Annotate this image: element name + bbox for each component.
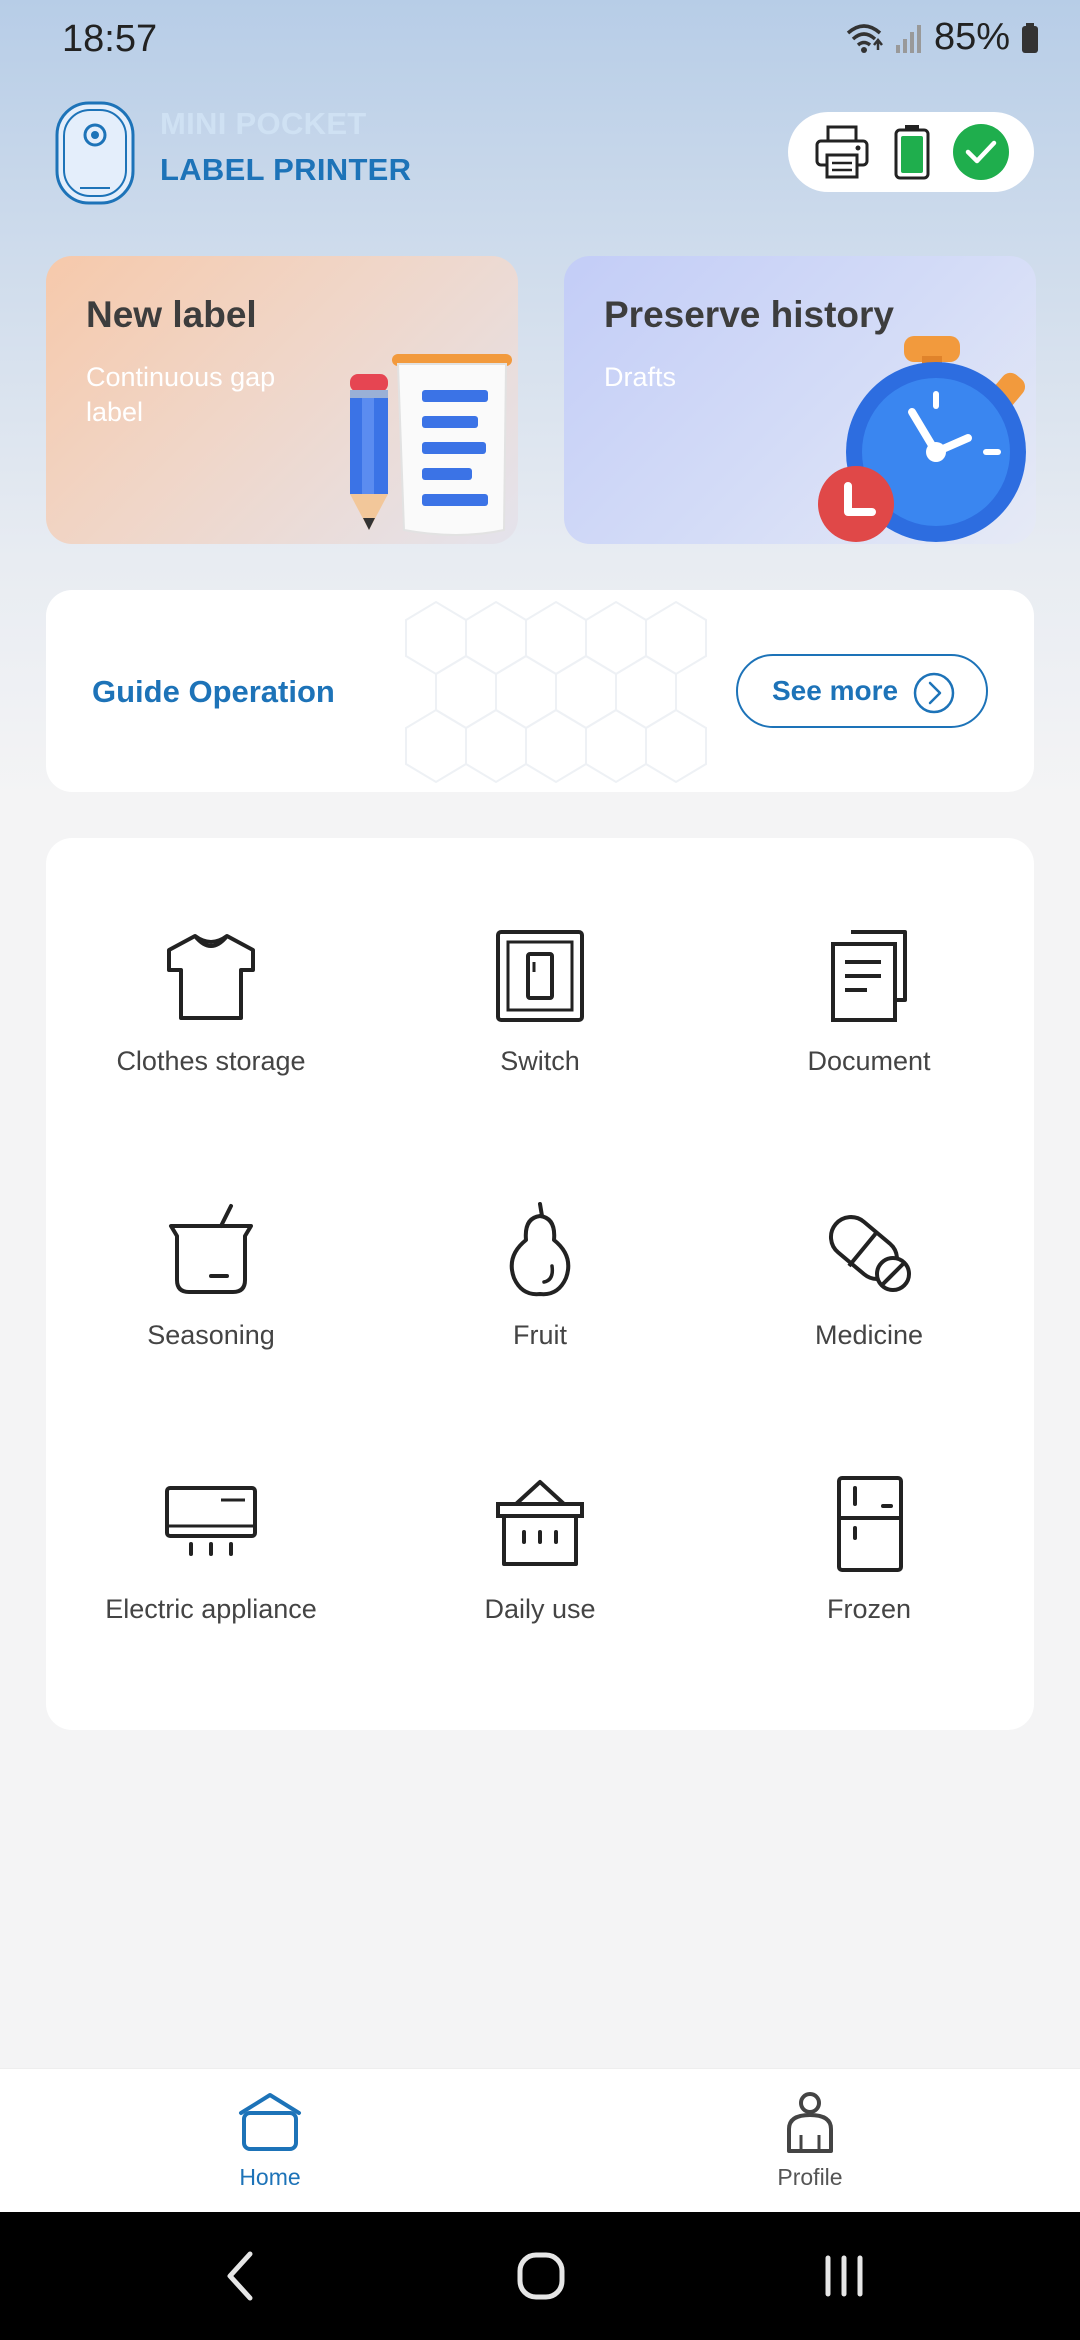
- hexagon-pattern-icon: [405, 600, 707, 784]
- guide-operation-banner[interactable]: Guide Operation See more: [46, 590, 1034, 792]
- back-icon[interactable]: [222, 2250, 258, 2302]
- category-label: Clothes storage: [116, 1046, 306, 1076]
- category-daily-use[interactable]: Daily use: [375, 1474, 705, 1674]
- device-status-pill[interactable]: [788, 112, 1034, 192]
- home-icon: [239, 2093, 301, 2151]
- brand-line2: LABEL PRINTER: [160, 152, 412, 187]
- see-more-label: See more: [772, 675, 899, 706]
- category-electric-appliance[interactable]: Electric appliance: [46, 1474, 376, 1674]
- air-conditioner-icon: [165, 1486, 257, 1556]
- seasoning-icon: [169, 1204, 253, 1294]
- app-header: MINI POCKET LABEL PRINTER: [54, 100, 1034, 210]
- category-grid: Clothes storage Switch Document Seasonin…: [46, 838, 1034, 1730]
- recent-apps-icon[interactable]: [820, 2250, 868, 2302]
- battery-level-icon: [894, 125, 930, 180]
- battery-percent: 85%: [933, 16, 1010, 58]
- nav-profile[interactable]: Profile: [710, 2089, 910, 2191]
- category-seasoning[interactable]: Seasoning: [46, 1200, 376, 1400]
- category-switch[interactable]: Switch: [375, 926, 705, 1126]
- system-navigation-bar: [0, 2212, 1080, 2340]
- category-label: Frozen: [826, 1594, 912, 1624]
- wifi-icon: [846, 23, 883, 53]
- new-label-card[interactable]: New label Continuous gap label: [46, 256, 518, 544]
- nav-home[interactable]: Home: [170, 2089, 370, 2191]
- pencil-scroll-icon: [350, 354, 512, 536]
- category-frozen[interactable]: Frozen: [704, 1474, 1034, 1674]
- nav-home-label: Home: [239, 2164, 301, 2190]
- preserve-history-subtitle: Drafts: [604, 362, 677, 392]
- category-label: Document: [807, 1046, 931, 1076]
- profile-icon: [787, 2092, 833, 2153]
- printer-logo-icon: [55, 101, 135, 205]
- printer-icon: [815, 125, 869, 179]
- category-fruit[interactable]: Fruit: [375, 1200, 705, 1400]
- chevron-right-circle-icon: [913, 672, 955, 714]
- home-button-icon[interactable]: [516, 2250, 566, 2302]
- fridge-icon: [837, 1476, 903, 1572]
- brand-name: MINI POCKET LABEL PRINTER: [160, 106, 411, 188]
- switch-icon: [496, 930, 584, 1022]
- category-medicine[interactable]: Medicine: [704, 1200, 1034, 1400]
- category-label: Medicine: [814, 1320, 924, 1350]
- bottom-navigation: Home Profile: [0, 2068, 1080, 2212]
- category-label: Seasoning: [147, 1320, 275, 1350]
- status-icons: 85%: [844, 16, 1040, 59]
- status-time: 18:57: [62, 18, 158, 60]
- category-document[interactable]: Document: [704, 926, 1034, 1126]
- new-label-subtitle: Continuous gap label: [86, 362, 276, 427]
- battery-icon: [1022, 22, 1038, 53]
- see-more-button[interactable]: See more: [736, 654, 988, 728]
- preserve-history-card[interactable]: Preserve history Drafts: [564, 256, 1036, 544]
- stopwatch-icon: [818, 336, 1026, 542]
- tshirt-icon: [167, 934, 255, 1020]
- basket-icon: [496, 1480, 584, 1566]
- guide-operation-title: Guide Operation: [92, 674, 335, 709]
- category-label: Electric appliance: [105, 1594, 317, 1624]
- status-bar: 18:57 85%: [0, 0, 1080, 80]
- category-label: Fruit: [513, 1320, 567, 1350]
- document-icon: [831, 930, 907, 1022]
- category-label: Daily use: [484, 1594, 596, 1624]
- signal-icon: [895, 24, 921, 53]
- connected-check-icon: [953, 124, 1009, 180]
- preserve-history-title: Preserve history: [604, 294, 895, 335]
- pill-icon: [828, 1215, 911, 1292]
- home-screen: 18:57 85% MINI POCKET LABEL PRINTER New …: [0, 0, 1080, 2340]
- category-label: Switch: [500, 1046, 580, 1076]
- new-label-title: New label: [86, 294, 257, 335]
- nav-profile-label: Profile: [777, 2164, 843, 2190]
- brand-line1: MINI POCKET: [160, 106, 367, 141]
- category-clothes-storage[interactable]: Clothes storage: [46, 926, 376, 1126]
- pear-icon: [509, 1202, 571, 1297]
